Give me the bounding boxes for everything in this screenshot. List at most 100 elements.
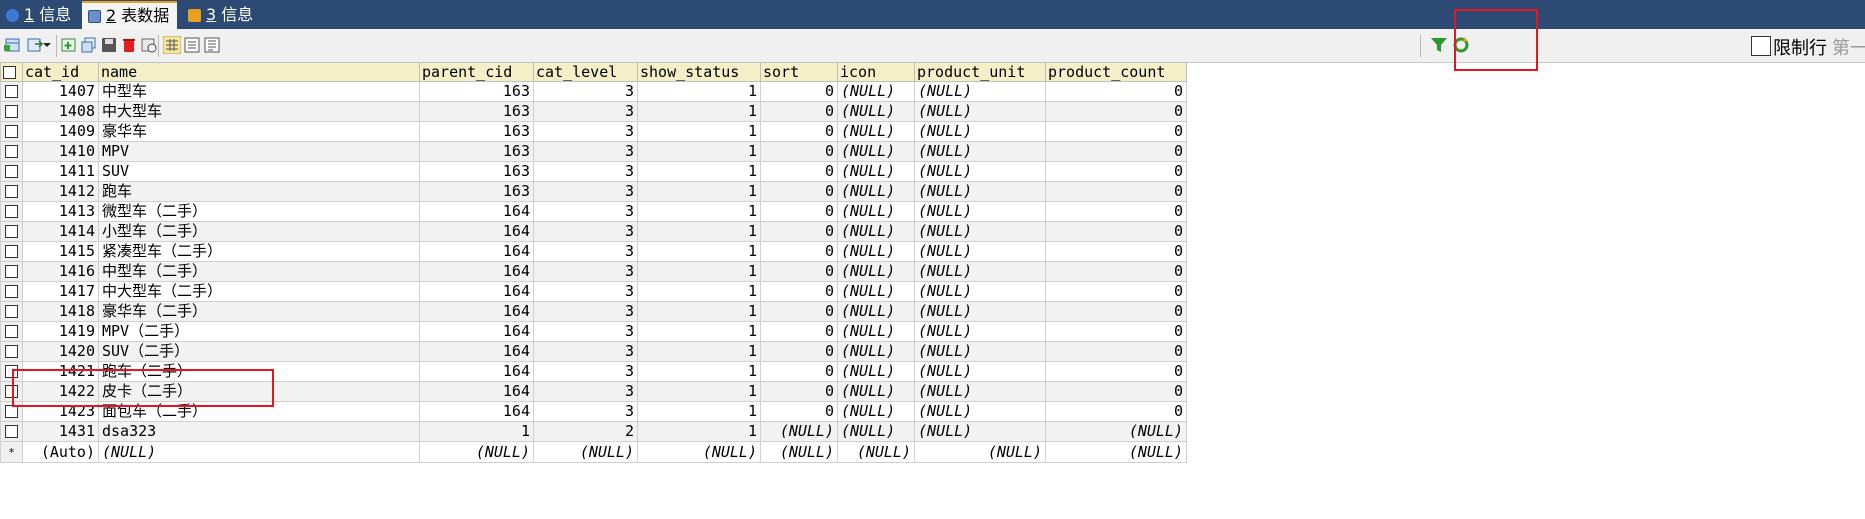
- cell-cat-level[interactable]: 3: [533, 261, 638, 282]
- row-select-cell[interactable]: [0, 181, 23, 202]
- row-checkbox[interactable]: [5, 305, 18, 318]
- cell-parent-cid[interactable]: 163: [419, 161, 534, 182]
- table-row[interactable]: 1413 微型车（二手） 164 3 1 0 (NULL) (NULL) 0: [0, 201, 1187, 222]
- cell-sort[interactable]: 0: [760, 181, 838, 202]
- column-header-cat-level[interactable]: cat_level: [533, 62, 638, 82]
- cell-show-status[interactable]: 1: [637, 281, 761, 302]
- cell-sort[interactable]: 0: [760, 121, 838, 142]
- column-header-cat-id[interactable]: cat_id: [22, 62, 99, 82]
- row-select-cell[interactable]: [0, 321, 23, 342]
- cell-name[interactable]: (NULL): [98, 441, 420, 463]
- cell-cat-id[interactable]: 1419: [22, 321, 99, 342]
- table-row[interactable]: 1410 MPV 163 3 1 0 (NULL) (NULL) 0: [0, 141, 1187, 162]
- delete-icon[interactable]: [120, 36, 138, 54]
- cell-sort[interactable]: 0: [760, 361, 838, 382]
- limit-rows-checkbox[interactable]: [1751, 36, 1771, 56]
- cell-product-unit[interactable]: (NULL): [914, 121, 1046, 142]
- cell-cat-level[interactable]: 3: [533, 241, 638, 262]
- row-checkbox[interactable]: [5, 165, 18, 178]
- cell-product-unit[interactable]: (NULL): [914, 201, 1046, 222]
- cell-icon[interactable]: (NULL): [837, 421, 915, 442]
- cell-cat-id[interactable]: 1415: [22, 241, 99, 262]
- row-checkbox[interactable]: [5, 245, 18, 258]
- row-select-cell[interactable]: [0, 141, 23, 162]
- cell-product-unit[interactable]: (NULL): [914, 421, 1046, 442]
- cell-product-unit[interactable]: (NULL): [914, 301, 1046, 322]
- cell-name[interactable]: 跑车: [98, 181, 420, 202]
- row-checkbox[interactable]: [5, 345, 18, 358]
- cell-show-status[interactable]: 1: [637, 161, 761, 182]
- cell-icon[interactable]: (NULL): [837, 261, 915, 282]
- cell-product-unit[interactable]: (NULL): [914, 381, 1046, 402]
- cell-product-count[interactable]: 0: [1045, 81, 1187, 102]
- select-all-checkbox[interactable]: [3, 66, 16, 79]
- cell-show-status[interactable]: 1: [637, 201, 761, 222]
- cell-parent-cid[interactable]: 164: [419, 341, 534, 362]
- save-icon[interactable]: [100, 36, 118, 54]
- cell-icon[interactable]: (NULL): [837, 221, 915, 242]
- text-view-icon[interactable]: [203, 36, 221, 54]
- row-select-cell[interactable]: [0, 201, 23, 222]
- cell-name[interactable]: 豪华车（二手）: [98, 301, 420, 322]
- cell-name[interactable]: SUV: [98, 161, 420, 182]
- cell-parent-cid[interactable]: 164: [419, 281, 534, 302]
- cell-product-count[interactable]: 0: [1045, 121, 1187, 142]
- row-select-cell[interactable]: [0, 81, 23, 102]
- row-select-cell[interactable]: [0, 301, 23, 322]
- cell-product-count[interactable]: 0: [1045, 201, 1187, 222]
- cell-parent-cid[interactable]: 164: [419, 241, 534, 262]
- cell-icon[interactable]: (NULL): [837, 301, 915, 322]
- cell-cat-id[interactable]: 1411: [22, 161, 99, 182]
- cell-icon[interactable]: (NULL): [837, 121, 915, 142]
- table-row[interactable]: 1417 中大型车（二手） 164 3 1 0 (NULL) (NULL) 0: [0, 281, 1187, 302]
- row-select-cell[interactable]: [0, 241, 23, 262]
- table-row[interactable]: 1420 SUV（二手） 164 3 1 0 (NULL) (NULL) 0: [0, 341, 1187, 362]
- table-row[interactable]: 1407 中型车 163 3 1 0 (NULL) (NULL) 0: [0, 81, 1187, 102]
- cell-sort[interactable]: 0: [760, 241, 838, 262]
- row-checkbox[interactable]: [5, 125, 18, 138]
- column-header-product-unit[interactable]: product_unit: [914, 62, 1046, 82]
- cell-name[interactable]: 豪华车: [98, 121, 420, 142]
- insert-row-icon[interactable]: [4, 36, 22, 54]
- row-select-cell[interactable]: [0, 101, 23, 122]
- new-row[interactable]: * (Auto) (NULL) (NULL) (NULL) (NULL) (NULL) (NU…: [0, 441, 1187, 463]
- cell-name[interactable]: 微型车（二手）: [98, 201, 420, 222]
- row-checkbox[interactable]: [5, 185, 18, 198]
- cell-product-count[interactable]: 0: [1045, 221, 1187, 242]
- cell-sort[interactable]: (NULL): [760, 421, 838, 442]
- column-header-icon[interactable]: icon: [837, 62, 915, 82]
- table-row[interactable]: 1408 中大型车 163 3 1 0 (NULL) (NULL) 0: [0, 101, 1187, 122]
- cell-product-count[interactable]: 0: [1045, 181, 1187, 202]
- row-checkbox[interactable]: [5, 105, 18, 118]
- cell-product-unit[interactable]: (NULL): [914, 341, 1046, 362]
- cell-cat-level[interactable]: 3: [533, 341, 638, 362]
- row-checkbox[interactable]: [5, 205, 18, 218]
- cell-cat-level[interactable]: 2: [533, 421, 638, 442]
- cell-product-count[interactable]: 0: [1045, 281, 1187, 302]
- cell-sort[interactable]: 0: [760, 261, 838, 282]
- row-select-cell[interactable]: [0, 261, 23, 282]
- cell-icon[interactable]: (NULL): [837, 341, 915, 362]
- cell-name[interactable]: 中型车: [98, 81, 420, 102]
- cell-cat-level[interactable]: 3: [533, 121, 638, 142]
- table-row[interactable]: 1431 dsa323 1 2 1 (NULL) (NULL) (NULL) (NULL): [0, 421, 1187, 442]
- column-header-parent-cid[interactable]: parent_cid: [419, 62, 534, 82]
- cell-product-count[interactable]: 0: [1045, 401, 1187, 422]
- cell-cat-level[interactable]: 3: [533, 101, 638, 122]
- cell-cat-level[interactable]: 3: [533, 301, 638, 322]
- cell-cat-id[interactable]: 1409: [22, 121, 99, 142]
- refresh-grid-icon[interactable]: [140, 36, 158, 54]
- cell-product-unit[interactable]: (NULL): [914, 401, 1046, 422]
- cell-cat-level[interactable]: 3: [533, 181, 638, 202]
- cell-icon[interactable]: (NULL): [837, 181, 915, 202]
- cell-show-status[interactable]: 1: [637, 361, 761, 382]
- grid-view-icon[interactable]: [163, 36, 181, 54]
- cell-cat-level[interactable]: 3: [533, 401, 638, 422]
- cell-name[interactable]: MPV（二手）: [98, 321, 420, 342]
- cell-show-status[interactable]: 1: [637, 121, 761, 142]
- cell-cat-level[interactable]: 3: [533, 321, 638, 342]
- cell-icon[interactable]: (NULL): [837, 281, 915, 302]
- cell-sort[interactable]: 0: [760, 341, 838, 362]
- table-row[interactable]: 1411 SUV 163 3 1 0 (NULL) (NULL) 0: [0, 161, 1187, 182]
- cell-parent-cid[interactable]: (NULL): [419, 441, 534, 463]
